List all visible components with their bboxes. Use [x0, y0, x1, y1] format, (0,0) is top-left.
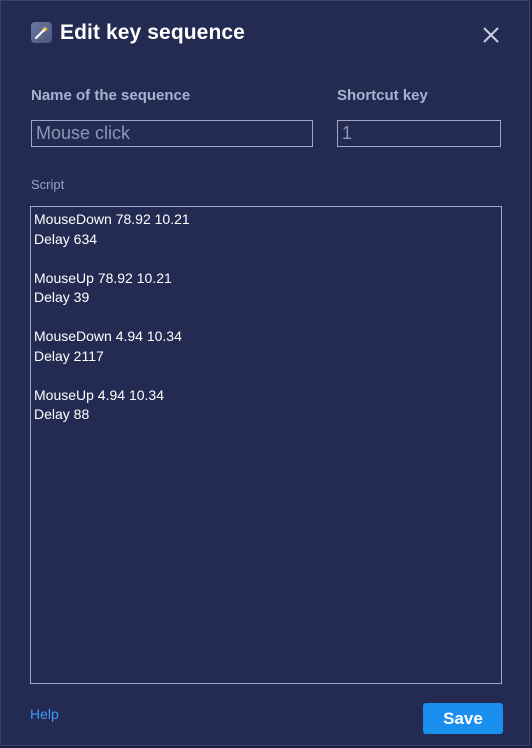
- script-line: MouseDown 4.94 10.34: [34, 328, 182, 344]
- script-textarea[interactable]: MouseDown 78.92 10.21 Delay 634 MouseUp 78…: [30, 206, 502, 684]
- script-line: Delay 39: [34, 289, 90, 305]
- close-button[interactable]: [479, 23, 503, 47]
- sequence-name-input[interactable]: [31, 120, 313, 147]
- script-line: MouseUp 78.92 10.21: [34, 269, 172, 286]
- shortcut-key-label: Shortcut key: [337, 87, 428, 104]
- magic-wand-icon: [31, 22, 52, 43]
- script-line: Delay 2117: [34, 347, 104, 364]
- shortcut-key-input[interactable]: [337, 120, 501, 147]
- dialog-title: Edit key sequence: [60, 21, 245, 44]
- save-button[interactable]: Save: [423, 703, 503, 734]
- script-line: [34, 308, 498, 328]
- script-line: [34, 366, 498, 386]
- script-line: MouseUp 4.94 10.34: [34, 386, 164, 403]
- script-label: Script: [31, 177, 65, 192]
- script-line: MouseDown 78.92 10.21: [34, 211, 190, 227]
- edit-key-sequence-dialog: Edit key sequence Name of the sequence S…: [0, 0, 530, 746]
- script-line: Delay 634: [34, 230, 98, 247]
- help-link[interactable]: Help: [30, 706, 59, 722]
- sequence-name-label: Name of the sequence: [31, 87, 191, 104]
- close-icon: [483, 27, 499, 43]
- script-line: Delay 88: [34, 406, 90, 422]
- script-line: [34, 249, 498, 269]
